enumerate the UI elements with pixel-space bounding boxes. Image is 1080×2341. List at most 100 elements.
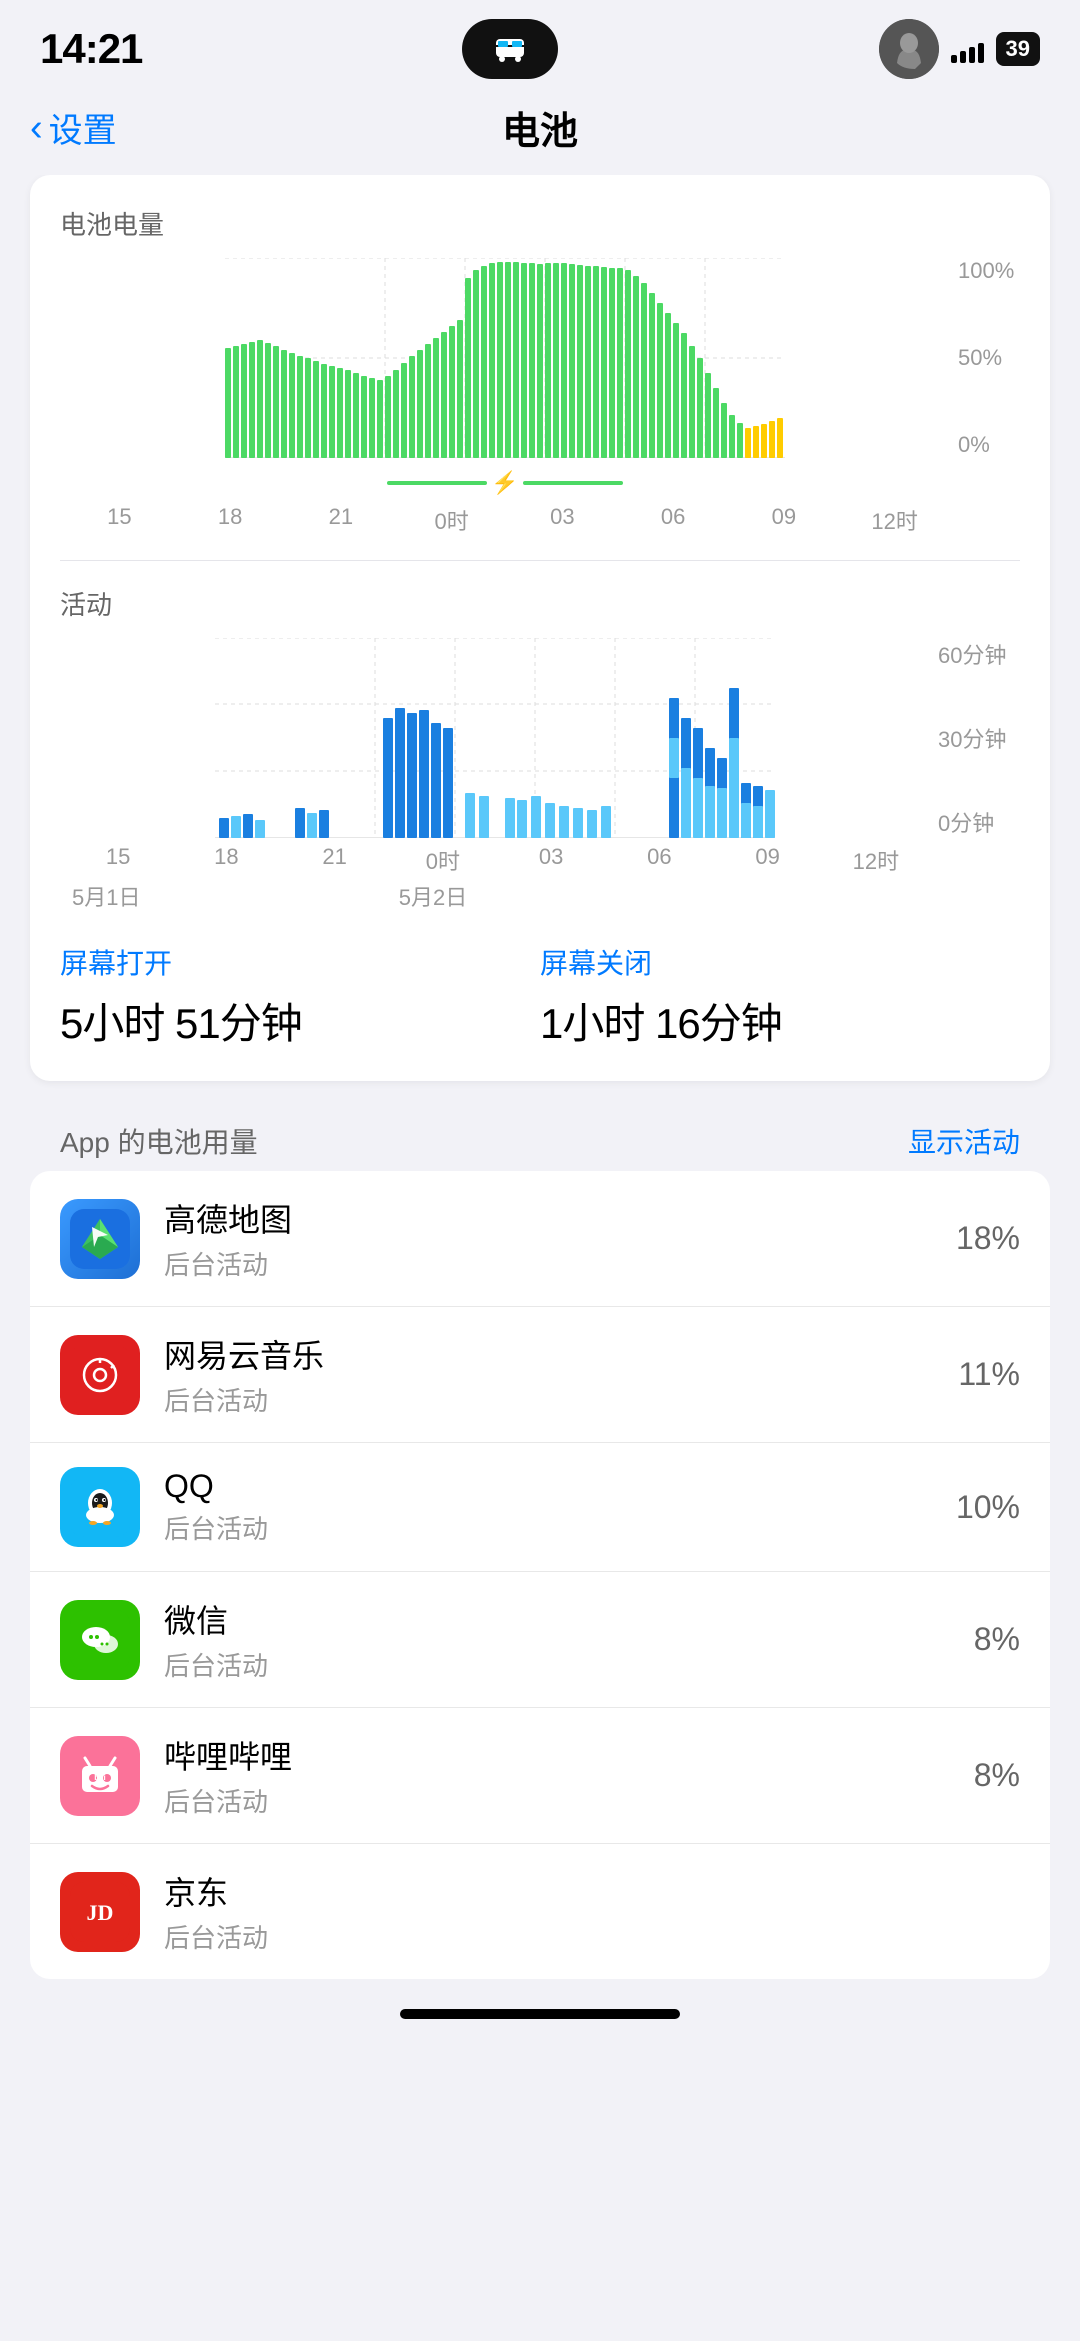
home-indicator (400, 2009, 680, 2019)
gaode-percent: 18% (956, 1220, 1020, 1257)
y-label-100: 100% (958, 258, 1020, 284)
back-label: 设置 (49, 103, 117, 152)
y-label-0: 0% (958, 432, 1020, 458)
bilibili-name: 哔哩哔哩 (164, 1732, 974, 1778)
back-button[interactable]: ‹ 设置 (30, 103, 117, 152)
netease-icon (60, 1335, 140, 1415)
wechat-name: 微信 (164, 1596, 974, 1642)
battery-y-labels: 100% 50% 0% (950, 258, 1020, 458)
status-bar: 14:21 39 (0, 0, 1080, 90)
bilibili-icon: bili (60, 1736, 140, 1816)
activity-chart-section: 活动 (60, 585, 1020, 912)
charging-left-line (387, 481, 487, 485)
activity-chart-svg (60, 638, 930, 838)
app-item-gaode[interactable]: 高德地图 后台活动 18% (30, 1171, 1050, 1307)
bus-icon (490, 29, 530, 69)
app-item-qq[interactable]: QQ 后台活动 10% (30, 1443, 1050, 1572)
jd-sub: 后台活动 (164, 1918, 1020, 1955)
netease-name: 网易云音乐 (164, 1331, 958, 1377)
charging-indicator: ⚡ (60, 470, 950, 496)
qq-icon (60, 1467, 140, 1547)
wechat-info: 微信 后台活动 (164, 1596, 974, 1683)
activity-y-labels: 60分钟 30分钟 0分钟 (930, 638, 1020, 838)
dynamic-island (462, 19, 558, 79)
activity-chart-label: 活动 (60, 585, 1020, 622)
jd-name: 京东 (164, 1868, 1020, 1914)
x-label-18: 18 (175, 504, 286, 536)
charging-right-line (523, 481, 623, 485)
jd-info: 京东 后台活动 (164, 1868, 1020, 1955)
qq-sub: 后台活动 (164, 1509, 956, 1546)
chevron-left-icon: ‹ (30, 109, 43, 147)
show-activity-button[interactable]: 显示活动 (908, 1121, 1020, 1161)
svg-text:JD: JD (87, 1900, 114, 1925)
screen-on-label: 屏幕打开 (60, 942, 540, 982)
battery-indicator: 39 (996, 32, 1040, 66)
screen-on-item: 屏幕打开 5小时 51分钟 (60, 942, 540, 1051)
x-label-21: 21 (286, 504, 397, 536)
avatar (879, 19, 939, 79)
status-time: 14:21 (40, 25, 142, 73)
act-x-06: 06 (605, 844, 713, 876)
x-label-12h: 12时 (839, 504, 950, 536)
x-label-0h: 0时 (396, 504, 507, 536)
bilibili-sub: 后台活动 (164, 1782, 974, 1819)
screen-off-item: 屏幕关闭 1小时 16分钟 (540, 942, 1020, 1051)
activity-date-labels: 5月1日 5月2日 (60, 880, 930, 912)
page-title: 电池 (502, 100, 578, 155)
activity-chart-container: 60分钟 30分钟 0分钟 15 18 21 0时 03 06 09 12时 5… (60, 638, 1020, 912)
act-y-0: 0分钟 (938, 806, 1020, 838)
screen-time-row: 屏幕打开 5小时 51分钟 屏幕关闭 1小时 16分钟 (60, 912, 1020, 1061)
x-label-15: 15 (64, 504, 175, 536)
app-item-bilibili[interactable]: bili 哔哩哔哩 后台活动 8% (30, 1708, 1050, 1844)
qq-info: QQ 后台活动 (164, 1468, 956, 1546)
signal-bars (951, 35, 984, 63)
qq-name: QQ (164, 1468, 956, 1505)
date-label-may2: 5月2日 (391, 880, 930, 912)
act-x-0h: 0时 (389, 844, 497, 876)
app-item-jd[interactable]: JD 京东 后台活动 (30, 1844, 1050, 1979)
screen-on-value: 5小时 51分钟 (60, 990, 540, 1051)
charging-bolt-icon: ⚡ (491, 470, 518, 496)
nav-bar: ‹ 设置 电池 (0, 90, 1080, 175)
screen-off-label: 屏幕关闭 (540, 942, 1020, 982)
battery-x-labels: 15 18 21 0时 03 06 09 12时 (60, 504, 950, 536)
wechat-icon (60, 1600, 140, 1680)
act-y-30: 30分钟 (938, 722, 1020, 754)
wechat-percent: 8% (974, 1621, 1020, 1658)
act-x-12h: 12时 (822, 844, 930, 876)
bilibili-info: 哔哩哔哩 后台活动 (164, 1732, 974, 1819)
wechat-sub: 后台活动 (164, 1646, 974, 1683)
gaode-info: 高德地图 后台活动 (164, 1195, 956, 1282)
app-item-wechat[interactable]: 微信 后台活动 8% (30, 1572, 1050, 1708)
qq-percent: 10% (956, 1489, 1020, 1526)
gaode-name: 高德地图 (164, 1195, 956, 1241)
x-label-09: 09 (729, 504, 840, 536)
activity-x-labels: 15 18 21 0时 03 06 09 12时 (60, 844, 930, 876)
gaode-sub: 后台活动 (164, 1245, 956, 1282)
chart-divider (60, 560, 1020, 561)
date-label-may1: 5月1日 (64, 880, 391, 912)
netease-sub: 后台活动 (164, 1381, 958, 1418)
netease-info: 网易云音乐 后台活动 (164, 1331, 958, 1418)
battery-chart-container: 100% 50% 0% ⚡ 15 18 21 0时 03 06 09 12 (60, 258, 1020, 536)
netease-percent: 11% (958, 1356, 1020, 1393)
act-x-03: 03 (497, 844, 605, 876)
act-x-21: 21 (281, 844, 389, 876)
battery-chart-label: 电池电量 (60, 205, 1020, 242)
act-x-15: 15 (64, 844, 172, 876)
y-label-50: 50% (958, 345, 1020, 371)
gaode-icon (60, 1199, 140, 1279)
x-label-03: 03 (507, 504, 618, 536)
app-battery-header: App 的电池用量 显示活动 (30, 1101, 1050, 1171)
app-list: 高德地图 后台活动 18% 网易云音乐 后台活动 11% (30, 1171, 1050, 1979)
status-right: 39 (879, 19, 1040, 79)
app-item-netease[interactable]: 网易云音乐 后台活动 11% (30, 1307, 1050, 1443)
charts-card: 电池电量 (30, 175, 1050, 1081)
x-label-06: 06 (618, 504, 729, 536)
svg-text:bili: bili (94, 1773, 106, 1782)
act-x-09: 09 (714, 844, 822, 876)
app-battery-title: App 的电池用量 (60, 1121, 258, 1161)
jd-icon: JD (60, 1872, 140, 1952)
bilibili-percent: 8% (974, 1757, 1020, 1794)
